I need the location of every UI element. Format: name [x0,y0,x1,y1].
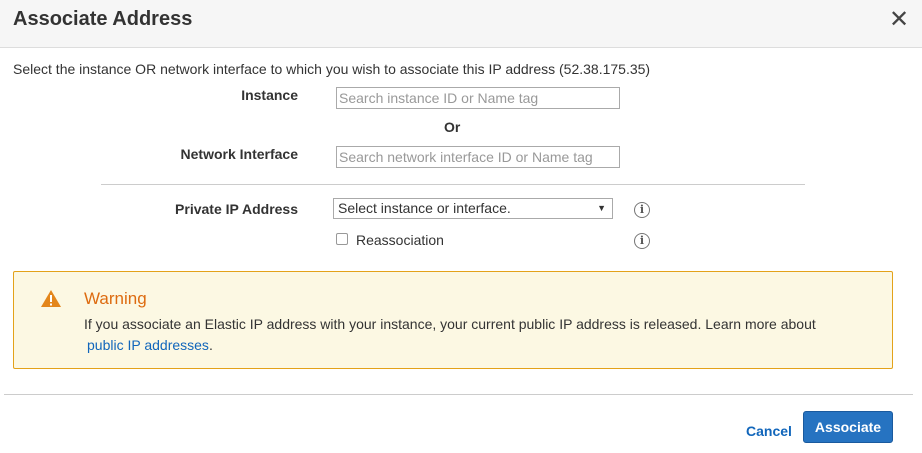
associate-button[interactable]: Associate [803,411,893,443]
warning-period: . [208,337,213,353]
warning-box: Warning If you associate an Elastic IP a… [13,271,893,369]
public-ip-addresses-link[interactable]: public IP addresses [84,337,209,353]
info-icon[interactable]: i [634,202,650,218]
instance-label: Instance [241,87,298,103]
instance-search-input[interactable] [336,87,620,109]
warning-icon [41,290,61,307]
warning-text: If you associate an Elastic IP address w… [84,316,816,332]
footer-divider [4,394,913,395]
private-ip-selected-value: Select instance or interface. [338,200,511,216]
private-ip-label: Private IP Address [175,201,298,217]
reassociation-checkbox[interactable] [336,233,348,245]
reassociation-label: Reassociation [356,232,444,248]
private-ip-select[interactable]: Select instance or interface. ▼ [333,198,613,219]
dialog-header: Associate Address ✕ [0,0,922,48]
warning-title: Warning [84,289,147,308]
info-icon[interactable]: i [634,233,650,249]
cancel-button[interactable]: Cancel [746,423,792,439]
intro-text: Select the instance OR network interface… [13,61,651,77]
dropdown-arrow-icon: ▼ [597,203,606,213]
form-divider [101,184,805,185]
warning-message: If you associate an Elastic IP address w… [84,314,874,356]
or-separator: Or [444,119,461,135]
network-interface-search-input[interactable] [336,146,620,168]
network-interface-label: Network Interface [180,146,298,162]
close-icon[interactable]: ✕ [888,7,910,33]
dialog-title: Associate Address [13,8,193,30]
